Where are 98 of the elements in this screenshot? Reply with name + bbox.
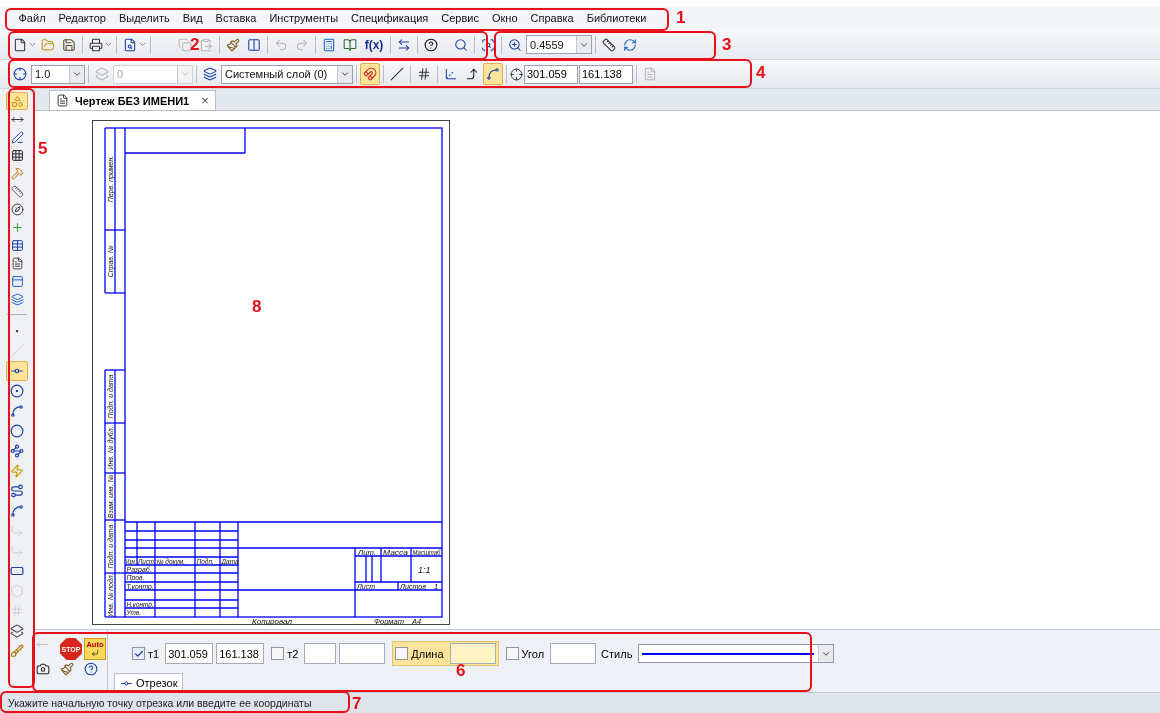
library-icon: [343, 37, 357, 52]
zoom-area-icon: [481, 37, 495, 52]
zoom-in-icon: [508, 37, 522, 52]
help-icon: [84, 662, 98, 676]
menu-item[interactable]: Окно: [485, 12, 524, 24]
document-icon: [56, 94, 69, 107]
camera-icon: [36, 662, 50, 676]
annotation-number: 2: [190, 36, 200, 53]
magnet-button[interactable]: [360, 63, 380, 85]
calculator-icon: [322, 37, 336, 52]
menu-item[interactable]: Редактор: [52, 12, 113, 24]
shapes-button[interactable]: [6, 92, 28, 110]
checkbox[interactable]: [395, 647, 409, 660]
menu-item[interactable]: Вид: [176, 12, 210, 24]
properties-icon: [643, 67, 657, 81]
y-input-field[interactable]: [339, 643, 386, 664]
menu-item[interactable]: Вставка: [209, 12, 263, 24]
y-coordinate-field[interactable]: 161.138: [579, 64, 633, 84]
hammer-icon: [10, 166, 24, 180]
open-folder-icon: [41, 37, 55, 52]
shapes-icon: [10, 94, 24, 108]
layer-icon: [203, 67, 217, 81]
checkbox[interactable]: [505, 647, 519, 660]
enter-icon: [91, 648, 99, 657]
annotation-number: 7: [352, 695, 362, 712]
line-style-dropdown[interactable]: [638, 644, 835, 663]
exchange-icon: [397, 37, 411, 52]
corner-icon: [465, 67, 479, 81]
annotation-number: 4: [756, 64, 766, 81]
magnet-icon: [363, 67, 377, 81]
checkbox[interactable]: [271, 647, 285, 660]
menu-item[interactable]: Файл: [12, 12, 53, 24]
menu-item[interactable]: Выделить: [112, 12, 177, 24]
style-label: Стиль: [601, 647, 633, 660]
plus-icon: [10, 220, 24, 234]
document-tab[interactable]: Чертеж БЕЗ ИМЕНИ1 ×: [49, 90, 216, 110]
length-input-field[interactable]: [449, 643, 496, 664]
point-label: т2: [287, 647, 299, 660]
status-text: Укажите начальную точку отрезка или введите ее координаты: [8, 697, 312, 709]
local-point-icon: [13, 67, 27, 81]
annotation-number: 3: [722, 36, 732, 53]
close-button[interactable]: ×: [201, 93, 209, 108]
grid-icon: [417, 67, 431, 81]
axes-icon: [444, 67, 458, 81]
document-icon: [10, 256, 24, 270]
step-dropdown[interactable]: 1.0: [31, 64, 85, 84]
redo-icon: [295, 37, 309, 52]
x-input-field[interactable]: [304, 643, 337, 664]
checkbox[interactable]: [132, 647, 145, 660]
menu-item[interactable]: Сервис: [434, 12, 486, 24]
new-document-icon: [13, 37, 27, 52]
undo-icon: [274, 37, 288, 52]
layers-icon: [10, 292, 24, 306]
curve-button[interactable]: [483, 63, 503, 85]
panel-icon: [10, 274, 24, 288]
zoom-window-icon: [454, 37, 468, 52]
preview-icon: [123, 37, 137, 52]
zoom-dropdown[interactable]: 0.4559: [526, 35, 592, 54]
save-icon: [62, 37, 76, 52]
annotation-number: 1: [676, 9, 686, 26]
table-icon: [10, 238, 24, 252]
paste-icon: [199, 37, 213, 52]
pen-icon: [10, 130, 24, 144]
menu-item[interactable]: Инструменты: [262, 12, 345, 24]
annotation-number: 5: [38, 140, 48, 157]
ruler-icon: [10, 184, 24, 198]
caret-icon: [28, 40, 37, 49]
menu-item[interactable]: Спецификация: [344, 12, 435, 24]
menu-item[interactable]: Библиотеки: [580, 12, 653, 24]
brush-icon: [60, 662, 74, 676]
angle-input-field[interactable]: [550, 643, 597, 664]
grid-icon: [10, 148, 24, 162]
layer-dropdown[interactable]: Системный слой (0): [221, 64, 353, 84]
angle-label: Угол: [521, 647, 545, 660]
title-block-label: 1:1: [418, 565, 431, 575]
refresh-icon: [623, 37, 637, 52]
annotation-number: 8: [252, 298, 262, 315]
ruler-icon: [602, 37, 616, 52]
y-input-field[interactable]: 161.138: [216, 643, 265, 664]
printer-icon: [89, 37, 103, 52]
columns-icon: [247, 37, 261, 52]
parallel-lines-icon: [390, 67, 404, 81]
annotation-number: 6: [456, 662, 466, 679]
menu-item[interactable]: Справка: [524, 12, 581, 24]
length-label: Длина: [411, 647, 444, 660]
check-icon: [133, 648, 144, 659]
brush-icon: [226, 37, 240, 52]
caret-icon: [138, 40, 147, 49]
compass-icon: [10, 202, 24, 216]
caret-icon: [104, 40, 113, 49]
point-label: т1: [148, 647, 160, 660]
x-coordinate-field[interactable]: 301.059: [524, 64, 578, 84]
x-input-field[interactable]: 301.059: [165, 643, 214, 664]
copy-icon: [178, 37, 192, 52]
function-button[interactable]: f(x): [361, 33, 387, 56]
curve-icon: [486, 67, 500, 81]
help-icon: [424, 37, 438, 52]
coordinates-icon: [510, 67, 523, 81]
